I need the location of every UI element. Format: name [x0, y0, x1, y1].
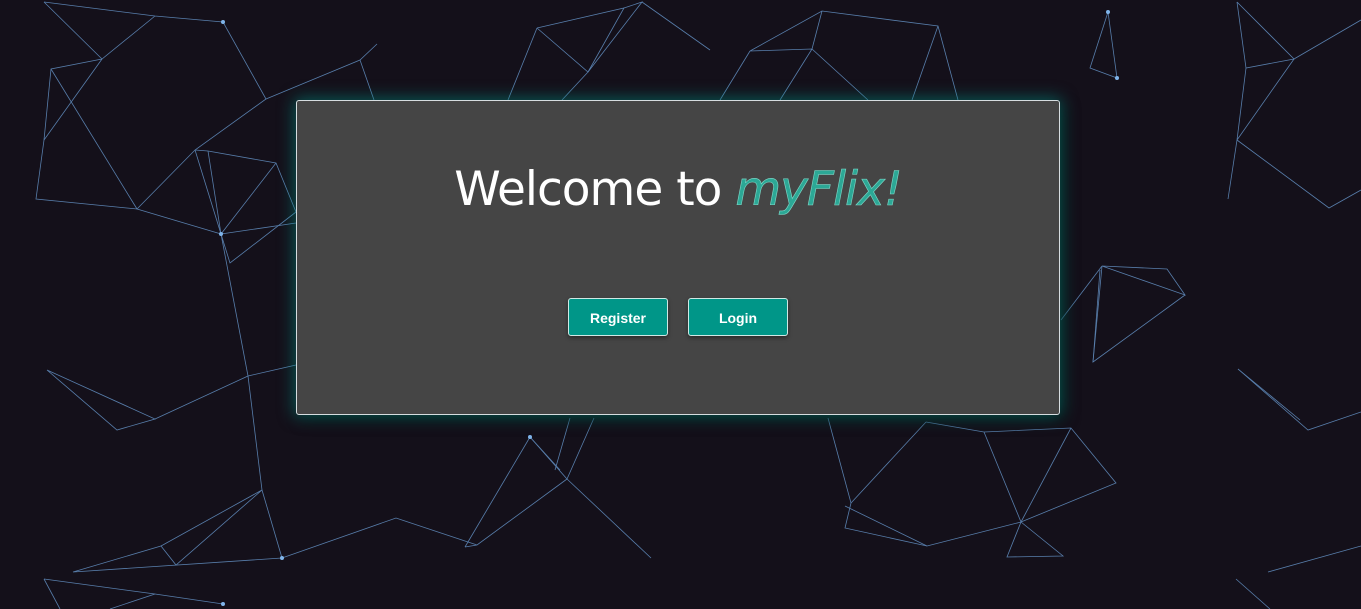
network-line: [561, 71, 589, 101]
network-line: [1101, 265, 1187, 296]
network-node: [221, 20, 225, 24]
network-line: [844, 505, 928, 547]
network-line: [194, 149, 277, 235]
network-line: [983, 427, 1117, 523]
network-line: [1092, 269, 1101, 363]
network-line: [749, 10, 959, 101]
network-line: [554, 417, 571, 471]
network-line: [43, 1, 103, 141]
network-line: [35, 1, 267, 210]
network-line: [719, 50, 751, 101]
network-node: [1106, 10, 1110, 14]
network-line: [507, 27, 538, 101]
network-line: [925, 421, 985, 433]
network-line: [265, 43, 378, 100]
network-line: [1293, 19, 1361, 60]
network-line: [43, 578, 61, 609]
network-line: [154, 375, 249, 420]
network-node: [528, 435, 532, 439]
welcome-heading: Welcome to myFlix!: [297, 162, 1059, 217]
network-line: [779, 48, 813, 101]
network-node: [280, 556, 284, 560]
network-line: [50, 68, 138, 210]
network-line: [1236, 58, 1295, 141]
network-line: [566, 478, 652, 559]
network-line: [536, 7, 625, 73]
network-line: [1237, 368, 1301, 421]
action-buttons: Register Login: [297, 298, 1059, 336]
network-line: [136, 208, 222, 235]
network-line: [72, 517, 478, 573]
network-line: [529, 436, 561, 471]
network-line: [1267, 545, 1361, 573]
network-line: [43, 578, 224, 605]
network-line: [529, 417, 595, 480]
network-line: [160, 489, 263, 566]
network-line: [850, 421, 927, 504]
network-line: [1235, 578, 1271, 609]
network-line: [749, 48, 869, 101]
network-line: [247, 375, 283, 559]
network-line: [359, 59, 375, 101]
network-line: [109, 593, 156, 609]
network-line: [46, 369, 157, 431]
brand-name: myFlix!: [735, 162, 903, 217]
network-node: [1115, 76, 1119, 80]
register-button[interactable]: Register: [568, 298, 668, 336]
login-button[interactable]: Login: [688, 298, 788, 336]
network-line: [1227, 139, 1238, 200]
network-line: [207, 150, 297, 264]
network-line: [464, 478, 568, 548]
network-line: [1060, 265, 1103, 321]
network-node: [219, 232, 223, 236]
network-line: [1089, 11, 1118, 79]
network-line: [641, 1, 711, 51]
network-node: [221, 602, 225, 606]
network-line: [911, 25, 939, 101]
network-line: [220, 233, 297, 377]
welcome-prefix: Welcome to: [454, 162, 736, 217]
network-line: [1237, 368, 1361, 431]
network-line: [827, 417, 1065, 558]
network-line: [1092, 265, 1186, 363]
network-line: [811, 10, 823, 50]
network-line: [1020, 427, 1072, 523]
welcome-card: Welcome to myFlix! Register Login: [296, 100, 1060, 415]
network-line: [1236, 139, 1361, 209]
network-line: [1236, 1, 1295, 69]
network-line: [536, 1, 644, 73]
network-line: [464, 436, 531, 548]
network-line: [220, 222, 297, 235]
